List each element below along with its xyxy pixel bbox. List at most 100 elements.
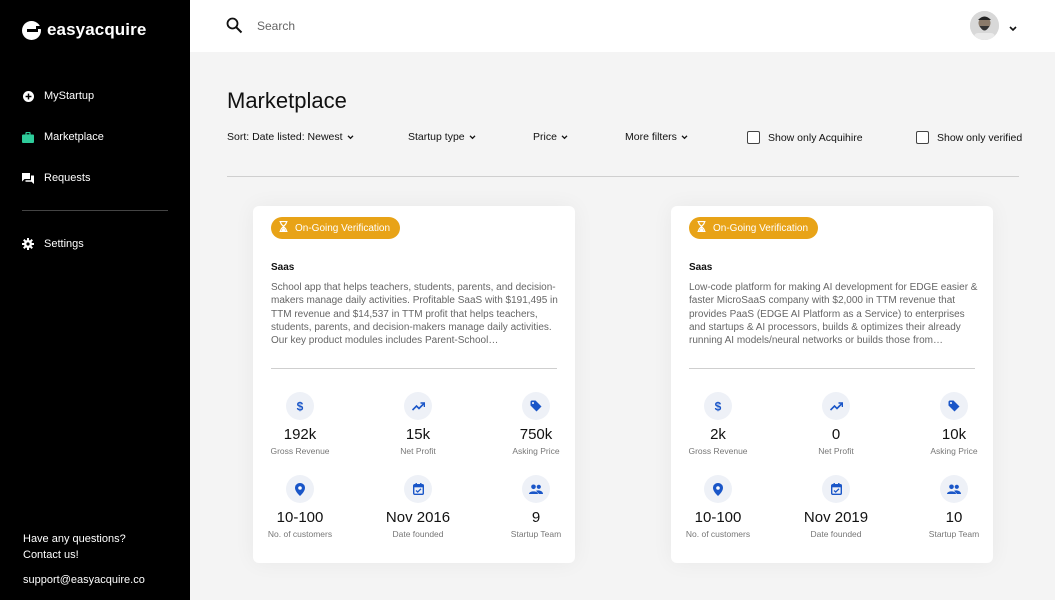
- brand-logo-icon: [22, 20, 42, 40]
- acquihire-checkbox[interactable]: [747, 131, 760, 144]
- stat-value: 15k: [405, 426, 431, 443]
- stat-label: Gross Revenue: [688, 446, 748, 456]
- chat-icon: [22, 172, 34, 184]
- stat-value: 192k: [283, 426, 317, 443]
- stat-label: Asking Price: [512, 446, 560, 456]
- sidebar-item-requests[interactable]: Requests: [0, 167, 190, 189]
- sort-label: Sort: Date listed: Newest: [227, 131, 343, 143]
- chevron-down-icon: [561, 131, 568, 143]
- stat-label: No. of customers: [685, 529, 751, 539]
- sidebar-item-label: Requests: [44, 172, 91, 184]
- stat-value: Nov 2016: [385, 509, 451, 526]
- stat-label: Startup Team: [510, 529, 562, 539]
- sidebar-item-label: Settings: [44, 238, 84, 250]
- stat-value: 750k: [519, 426, 553, 443]
- listing-type: Saas: [271, 262, 295, 273]
- listing-type: Saas: [689, 262, 713, 273]
- chevron-down-icon: [681, 131, 688, 143]
- stat-value: 10k: [941, 426, 967, 443]
- stat-label: Net Profit: [400, 446, 436, 456]
- sidebar-divider: [22, 210, 168, 211]
- chevron-down-icon: [469, 131, 476, 143]
- listing-description: Low-code platform for making AI developm…: [689, 282, 978, 347]
- acquihire-checkbox-wrap[interactable]: Show only Acquihire: [747, 131, 863, 144]
- stat-label: Date founded: [810, 529, 862, 539]
- badge-label: On-Going Verification: [713, 222, 809, 234]
- svg-text:$: $: [715, 400, 722, 412]
- verified-checkbox-wrap[interactable]: Show only verified: [916, 131, 1022, 144]
- stat-startup-team: 10 Startup Team: [904, 475, 1004, 539]
- tag-icon: [940, 392, 968, 420]
- price-label: Price: [533, 131, 557, 143]
- search-icon[interactable]: [226, 17, 243, 39]
- stat-label: Asking Price: [930, 446, 978, 456]
- stat-value: 9: [531, 509, 541, 526]
- sidebar-item-mystartup[interactable]: MyStartup: [0, 85, 190, 107]
- stat-gross-revenue: $192k Gross Revenue: [250, 392, 350, 456]
- startup-type-label: Startup type: [408, 131, 465, 143]
- hourglass-icon: [697, 220, 706, 235]
- stat-value: Nov 2019: [803, 509, 869, 526]
- brand[interactable]: easyacquire: [22, 20, 146, 40]
- more-filters-dropdown[interactable]: More filters: [625, 131, 688, 143]
- stat-label: Startup Team: [928, 529, 980, 539]
- stat-label: Date founded: [392, 529, 444, 539]
- verification-badge: On-Going Verification: [271, 217, 401, 239]
- briefcase-icon: [22, 131, 34, 143]
- verified-label: Show only verified: [937, 131, 1023, 144]
- avatar[interactable]: [970, 11, 999, 40]
- people-icon: [522, 475, 550, 503]
- sort-dropdown[interactable]: Sort: Date listed: Newest: [227, 131, 354, 143]
- stat-label: Gross Revenue: [270, 446, 330, 456]
- search-input[interactable]: [257, 16, 557, 36]
- location-pin-icon: [704, 475, 732, 503]
- sidebar-nav: MyStartup Marketplace Requests: [0, 85, 190, 208]
- stat-asking-price: 750k Asking Price: [486, 392, 586, 456]
- stat-value: 10-100: [694, 509, 742, 526]
- dollar-icon: $: [286, 392, 314, 420]
- tag-icon: [522, 392, 550, 420]
- stat-value: 10: [945, 509, 963, 526]
- startup-type-dropdown[interactable]: Startup type: [408, 131, 476, 143]
- contact-us-link[interactable]: Contact us!: [23, 547, 126, 563]
- stat-startup-team: 9 Startup Team: [486, 475, 586, 539]
- listing-card[interactable]: On-Going Verification Saas Low-code platfo…: [671, 206, 993, 563]
- gear-icon: [22, 238, 34, 250]
- stat-net-profit: 0 Net Profit: [786, 392, 886, 456]
- stat-gross-revenue: $2k Gross Revenue: [668, 392, 768, 456]
- verified-checkbox[interactable]: [916, 131, 929, 144]
- card-divider: [689, 368, 975, 369]
- listing-card[interactable]: On-Going Verification Saas School app that…: [253, 206, 575, 563]
- sidebar-settings-wrap: Settings: [0, 233, 84, 274]
- acquihire-label: Show only Acquihire: [768, 131, 863, 144]
- brand-name: easyacquire: [47, 20, 147, 39]
- stat-net-profit: 15k Net Profit: [368, 392, 468, 456]
- stat-label: No. of customers: [267, 529, 333, 539]
- stat-label: Net Profit: [818, 446, 854, 456]
- sidebar-item-marketplace[interactable]: Marketplace: [0, 126, 190, 148]
- card-divider: [271, 368, 557, 369]
- badge-label: On-Going Verification: [295, 222, 391, 234]
- more-filters-label: More filters: [625, 131, 677, 143]
- trending-up-icon: [404, 392, 432, 420]
- sidebar-item-settings[interactable]: Settings: [0, 233, 84, 255]
- price-dropdown[interactable]: Price: [533, 131, 568, 143]
- filter-bar: Sort: Date listed: Newest Startup type P…: [227, 131, 1027, 151]
- calendar-icon: [822, 475, 850, 503]
- stat-value: 0: [831, 426, 841, 443]
- stat-asking-price: 10k Asking Price: [904, 392, 1004, 456]
- topbar: [190, 0, 1055, 52]
- listing-description: School app that helps teachers, students…: [271, 282, 558, 347]
- hourglass-icon: [279, 220, 288, 235]
- help-text: Have any questions? Contact us!: [23, 531, 126, 563]
- stat-no-of-customers: 10-100 No. of customers: [668, 475, 768, 539]
- dollar-icon: $: [704, 392, 732, 420]
- svg-text:$: $: [297, 400, 304, 412]
- support-email-link[interactable]: support@easyacquire.co: [23, 574, 145, 586]
- stat-date-founded: Nov 2016 Date founded: [368, 475, 468, 539]
- plus-circle-icon: [22, 90, 34, 102]
- page-title: Marketplace: [227, 88, 347, 113]
- chevron-down-icon[interactable]: [1009, 19, 1017, 37]
- stat-value: 2k: [710, 426, 726, 443]
- calendar-icon: [404, 475, 432, 503]
